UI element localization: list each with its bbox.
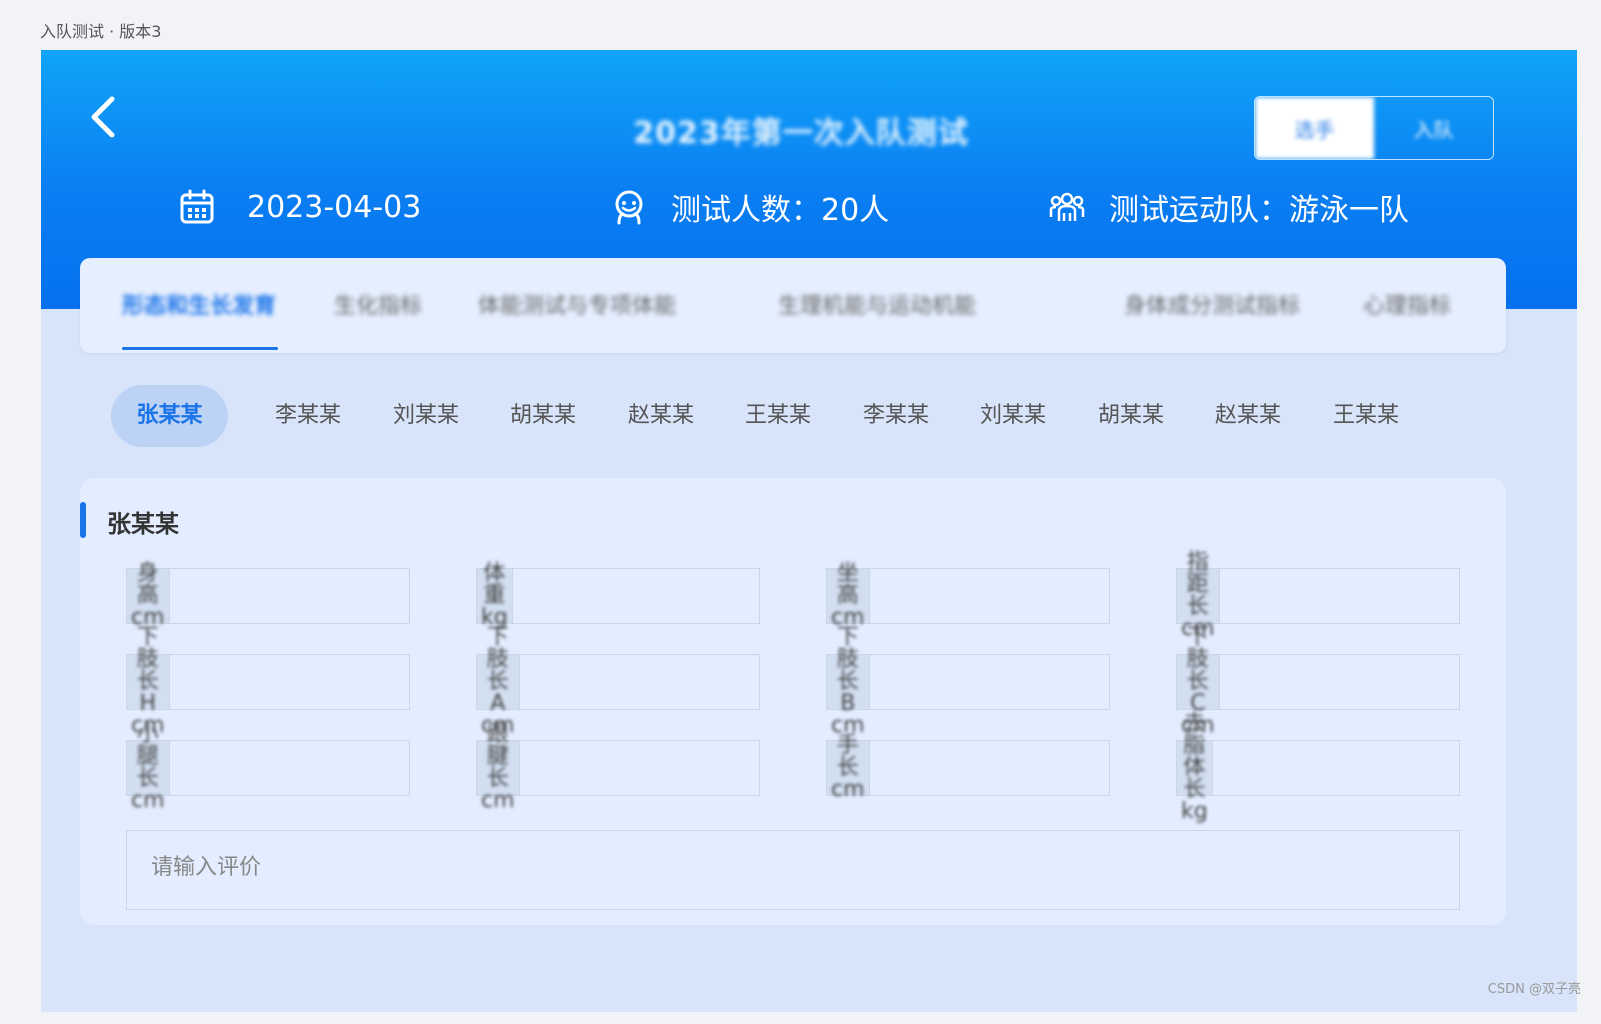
tab-body-composition[interactable]: 身体成分测试指标 — [1124, 288, 1300, 320]
meta-row: 2023-04-03 测试人数：20人 测试运动队：游泳一队 — [41, 185, 1577, 229]
athlete-list: 张某某 李某某 刘某某 胡某某 赵某某 王某某 李某某 刘某某 胡某某 赵某某 … — [41, 385, 1577, 447]
athlete-chip[interactable]: 赵某某 — [1215, 385, 1281, 447]
field-label: 下肢长C cm — [1177, 627, 1220, 737]
tab-fitness[interactable]: 体能测试与专项体能 — [478, 288, 676, 320]
measurement-form: 张某某 身高cm 体重kg 坐高cm 指距长cm 下肢长H cm 下肢长A cm — [80, 478, 1506, 925]
measure-field: 身高cm — [126, 563, 439, 629]
test-count: 测试人数：20人 — [671, 193, 890, 228]
field-label: 下肢长A cm — [477, 627, 520, 737]
athlete-chip[interactable]: 李某某 — [275, 385, 341, 447]
field-label: 去脂体长kg — [1177, 713, 1213, 823]
tab-biochem[interactable]: 生化指标 — [334, 288, 422, 320]
measure-field: 坐高cm — [826, 563, 1139, 629]
measure-field: 去脂体长kg — [1176, 713, 1482, 823]
watermark: CSDN @双子亮 — [1487, 982, 1581, 997]
field-input[interactable] — [512, 569, 782, 623]
person-icon — [609, 187, 649, 227]
measure-field: 下肢长A cm — [476, 627, 789, 737]
chevron-left-icon — [91, 96, 115, 138]
field-label: 手长cm — [827, 735, 870, 801]
field-label: 指距长cm — [1177, 552, 1220, 640]
field-label: 下肢长B cm — [827, 627, 870, 737]
section-accent-bar — [80, 502, 86, 538]
app-frame: 2023年第一次入队测试 选手 入队 2023-04-03 测试人数：20人 测… — [41, 50, 1577, 1012]
field-label: 跟腱长cm — [477, 724, 520, 812]
field-input[interactable] — [1212, 741, 1482, 795]
page-caption: 入队测试 · 版本3 — [40, 22, 162, 41]
athlete-chip[interactable]: 王某某 — [745, 385, 811, 447]
toggle-option-right[interactable]: 入队 — [1374, 97, 1493, 159]
test-date: 2023-04-03 — [247, 189, 422, 225]
calendar-icon — [177, 187, 217, 227]
tab-psychology[interactable]: 心理指标 — [1363, 288, 1451, 320]
field-label: 体重kg — [477, 563, 513, 629]
field-input[interactable] — [519, 655, 789, 709]
meta-count: 测试人数：20人 — [609, 185, 889, 229]
tab-physiology[interactable]: 生理机能与运动机能 — [778, 288, 976, 320]
back-button[interactable] — [83, 92, 123, 142]
measure-field: 手长cm — [826, 735, 1139, 801]
field-input[interactable] — [869, 569, 1139, 623]
field-input[interactable] — [869, 655, 1139, 709]
page-title: 2023年第一次入队测试 — [633, 116, 969, 151]
field-input[interactable] — [1219, 655, 1489, 709]
evaluation-textarea[interactable] — [126, 830, 1460, 910]
athlete-chip[interactable]: 张某某 — [111, 385, 228, 447]
field-input[interactable] — [169, 741, 439, 795]
athlete-chip[interactable]: 胡某某 — [1098, 385, 1164, 447]
measure-field: 下肢长C cm — [1176, 627, 1489, 737]
measure-field: 指距长cm — [1176, 552, 1489, 640]
athlete-chip[interactable]: 王某某 — [1333, 385, 1399, 447]
meta-date: 2023-04-03 — [177, 185, 421, 229]
field-input[interactable] — [519, 741, 789, 795]
tab-morphology[interactable]: 形态和生长发育 — [122, 288, 276, 320]
field-label: 坐高cm — [827, 563, 870, 629]
athlete-chip[interactable]: 刘某某 — [980, 385, 1046, 447]
field-input[interactable] — [1219, 569, 1489, 623]
category-tabs: 形态和生长发育 生化指标 体能测试与专项体能 生理机能与运动机能 身体成分测试指… — [80, 258, 1506, 353]
field-input[interactable] — [169, 655, 439, 709]
section-title: 张某某 — [107, 510, 179, 538]
toggle-option-left[interactable]: 选手 — [1255, 97, 1374, 159]
measure-field: 体重kg — [476, 563, 782, 629]
field-label: 身高cm — [127, 563, 170, 629]
measure-field: 小腿长 cm — [126, 724, 439, 812]
field-input[interactable] — [169, 569, 439, 623]
field-label: 小腿长 cm — [127, 724, 170, 812]
athlete-chip[interactable]: 李某某 — [863, 385, 929, 447]
field-label: 下肢长H cm — [127, 627, 170, 737]
active-tab-underline — [122, 347, 278, 350]
meta-team: 测试运动队：游泳一队 — [1047, 185, 1409, 229]
athlete-chip[interactable]: 胡某某 — [510, 385, 576, 447]
measure-field: 跟腱长cm — [476, 724, 789, 812]
view-toggle[interactable]: 选手 入队 — [1254, 96, 1494, 160]
team-icon — [1047, 187, 1087, 227]
measure-field: 下肢长B cm — [826, 627, 1139, 737]
test-team: 测试运动队：游泳一队 — [1109, 193, 1409, 228]
athlete-chip[interactable]: 赵某某 — [628, 385, 694, 447]
athlete-chip[interactable]: 刘某某 — [393, 385, 459, 447]
measure-field: 下肢长H cm — [126, 627, 439, 737]
field-input[interactable] — [869, 741, 1139, 795]
